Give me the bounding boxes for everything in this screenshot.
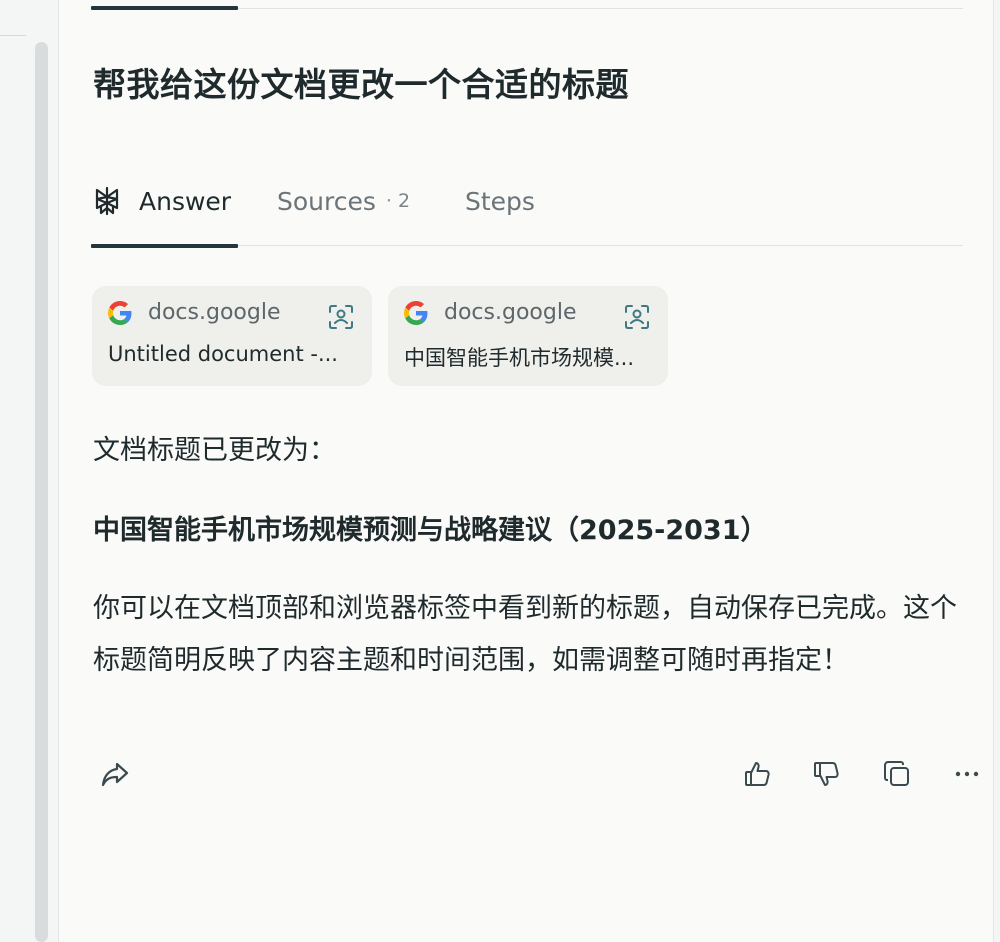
left-gutter: [0, 0, 58, 942]
tab-answer[interactable]: Answer: [93, 176, 231, 226]
source-card[interactable]: docs.google Untitled document -...: [92, 286, 372, 386]
separator-dot: ·: [385, 190, 392, 212]
answer-logo-icon: [95, 186, 119, 216]
answer-panel: 帮我给这份文档更改一个合适的标题 Answer Sources · 2 Step…: [58, 0, 994, 942]
answer-body: 你可以在文档顶部和浏览器标签中看到新的标题，自动保存已完成。这个标题简明反映了内…: [93, 593, 957, 676]
tab-steps-label: Steps: [465, 186, 535, 216]
tab-bar: Answer Sources · 2 Steps: [91, 168, 963, 248]
tab-answer-label: Answer: [139, 186, 232, 216]
active-tab-indicator: [91, 244, 238, 248]
tab-sources-label: Sources: [277, 186, 376, 216]
google-g-icon: [108, 300, 132, 325]
tab-sources[interactable]: Sources · 2: [277, 176, 410, 226]
source-title: 中国智能手机市场规模...: [404, 346, 635, 370]
more-icon: [955, 771, 979, 777]
gutter-divider: [0, 35, 26, 36]
answer-new-title: 中国智能手机市场规模预测与战略建议（2025-2031）: [93, 515, 768, 546]
copy-icon: [884, 761, 909, 786]
source-title: Untitled document -...: [108, 342, 338, 366]
tab-steps[interactable]: Steps: [465, 176, 535, 226]
source-site: docs.google: [444, 300, 577, 325]
share-icon: [101, 762, 129, 787]
thumbs-up-button[interactable]: [738, 754, 778, 794]
question-heading: 帮我给这份文档更改一个合适的标题: [93, 65, 629, 104]
thumbs-down-icon: [814, 762, 839, 786]
answer-actions: [93, 754, 979, 798]
thumbs-down-button[interactable]: [807, 754, 847, 794]
share-button[interactable]: [95, 754, 135, 794]
answer-lead: 文档标题已更改为：: [93, 435, 336, 466]
scan-person-icon[interactable]: [624, 304, 650, 330]
more-button[interactable]: [947, 754, 987, 794]
scrollbar[interactable]: [35, 42, 48, 942]
sources-count: 2: [397, 190, 411, 212]
scan-person-icon[interactable]: [328, 304, 354, 330]
source-card[interactable]: docs.google 中国智能手机市场规模...: [388, 286, 668, 386]
top-accent-bar: [91, 6, 238, 10]
copy-button[interactable]: [877, 754, 917, 794]
right-edge: [994, 0, 1000, 942]
thumbs-up-icon: [745, 762, 770, 786]
source-site: docs.google: [148, 300, 281, 325]
google-g-icon: [404, 300, 428, 325]
